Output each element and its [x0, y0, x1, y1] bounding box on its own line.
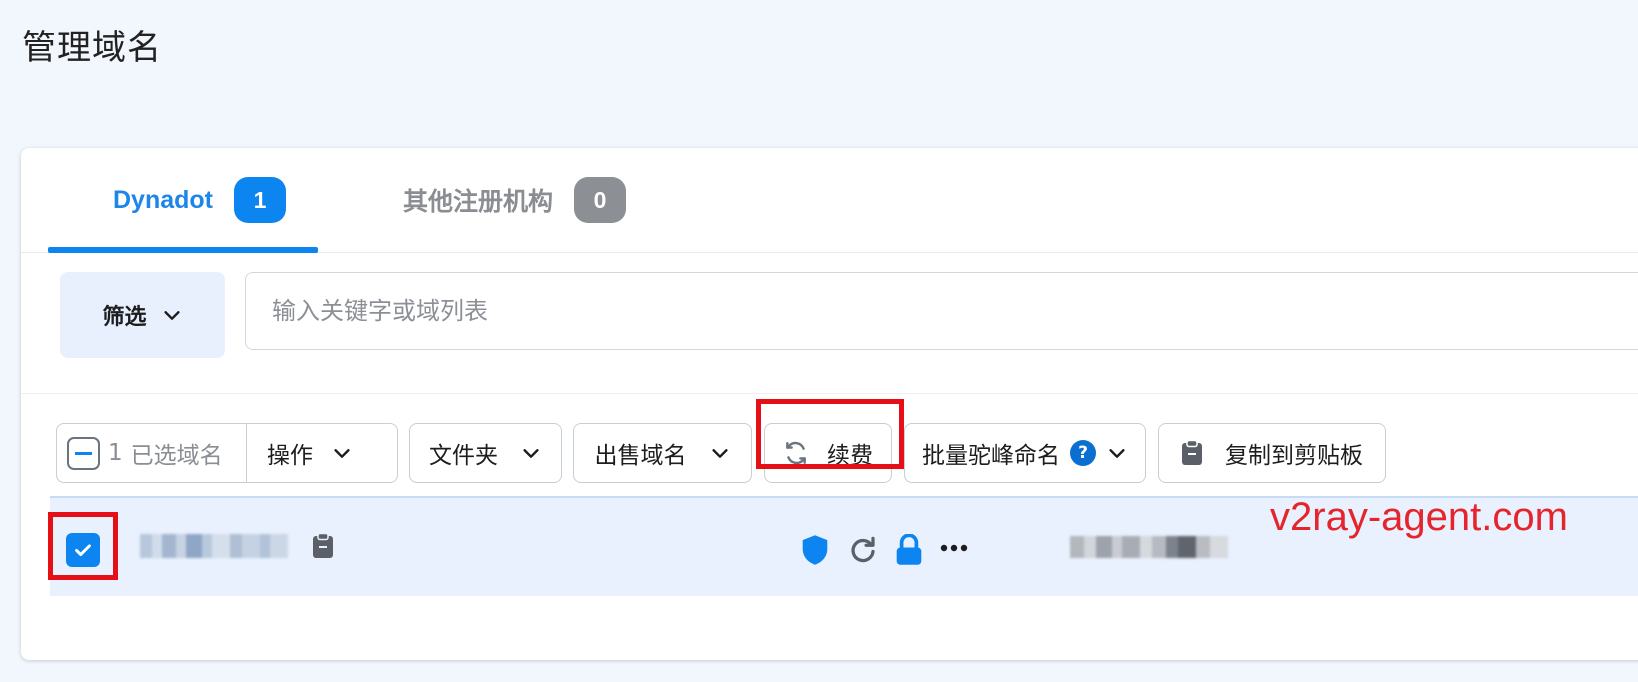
- registrar-tabs: Dynadot 1 其他注册机构 0: [21, 148, 1638, 253]
- copy-to-clipboard-button[interactable]: 复制到剪贴板: [1158, 423, 1386, 483]
- lock-icon[interactable]: [895, 534, 923, 566]
- check-icon: [75, 544, 91, 557]
- chevron-down-icon: [1109, 449, 1125, 458]
- sync-icon: [786, 441, 806, 465]
- redacted-expiry-date: [1070, 536, 1228, 558]
- folder-dropdown[interactable]: 文件夹: [409, 423, 562, 483]
- chevron-down-icon: [163, 311, 180, 320]
- bulk-camelcase-label: 批量驼峰命名: [922, 443, 1060, 469]
- folder-dropdown-label: 文件夹: [429, 443, 498, 469]
- domain-management-card: Dynadot 1 其他注册机构 0 筛选 1 已选域名 操作 文件夹: [21, 148, 1638, 660]
- clipboard-icon: [1182, 440, 1202, 465]
- tab-other-registrars-label: 其他注册机构: [403, 187, 554, 216]
- chevron-down-icon: [711, 449, 728, 458]
- row-checkbox[interactable]: [66, 533, 100, 567]
- copy-domain-clipboard-icon[interactable]: [312, 532, 334, 560]
- redacted-domain-name[interactable]: [140, 534, 288, 558]
- sell-domain-dropdown[interactable]: 出售域名: [573, 423, 752, 483]
- renew-button-label: 续费: [827, 443, 873, 469]
- shield-icon[interactable]: [800, 534, 830, 566]
- renew-button[interactable]: 续费: [764, 423, 892, 483]
- page-title: 管理域名: [22, 28, 162, 68]
- active-tab-underline: [48, 247, 318, 253]
- tab-dynadot-label: Dynadot: [113, 185, 213, 214]
- tab-dynadot[interactable]: Dynadot 1: [48, 148, 318, 253]
- tab-other-registrars[interactable]: 其他注册机构 0: [383, 148, 683, 252]
- actions-dropdown-label: 操作: [267, 443, 313, 469]
- selection-actions-group: 1 已选域名 操作: [56, 423, 398, 483]
- help-icon[interactable]: ?: [1070, 440, 1096, 466]
- bulk-camelcase-dropdown[interactable]: 批量驼峰命名 ?: [904, 423, 1146, 483]
- selected-count: 1: [108, 440, 123, 466]
- auto-renew-icon[interactable]: [848, 534, 878, 564]
- actions-dropdown[interactable]: 操作: [247, 436, 353, 470]
- section-divider: [21, 393, 1638, 394]
- tab-other-registrars-count-badge: 0: [574, 177, 627, 223]
- bulk-action-toolbar: 1 已选域名 操作 文件夹 出售域名 续费 批量驼峰命名 ? 复制到剪贴板: [21, 423, 1638, 485]
- deselect-all-checkbox[interactable]: [67, 436, 100, 470]
- sell-domain-label: 出售域名: [594, 443, 687, 469]
- selected-count-toggle[interactable]: 1 已选域名: [57, 424, 247, 482]
- filter-button[interactable]: 筛选: [60, 272, 225, 358]
- more-icon[interactable]: [940, 544, 968, 552]
- chevron-down-icon: [334, 449, 350, 458]
- selected-label: 已选域名: [130, 443, 223, 469]
- copy-to-clipboard-label: 复制到剪贴板: [1225, 443, 1363, 469]
- watermark-text: v2ray-agent.com: [1270, 495, 1568, 539]
- chevron-down-icon: [523, 449, 539, 458]
- tab-dynadot-count-badge: 1: [234, 177, 286, 223]
- search-input[interactable]: [245, 272, 1638, 350]
- filter-button-label: 筛选: [102, 305, 147, 330]
